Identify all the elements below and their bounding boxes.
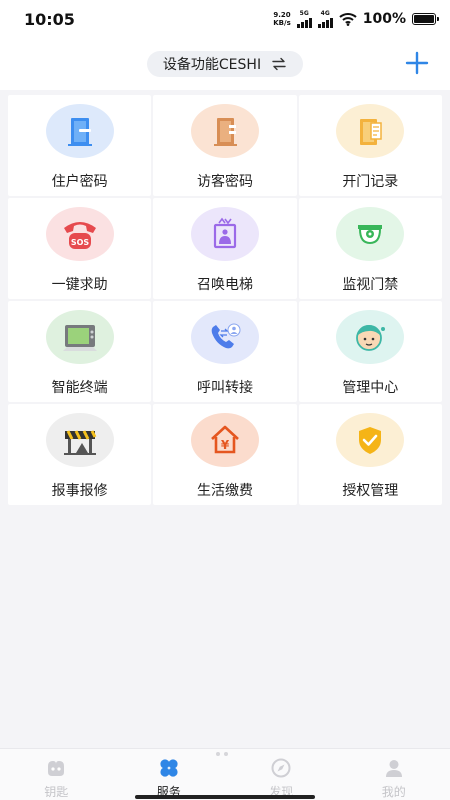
door-record-icon <box>336 104 405 158</box>
shield-check-icon <box>336 413 405 467</box>
tile-label: 管理中心 <box>342 380 399 396</box>
battery-icon <box>412 13 439 25</box>
tile-label: 访客密码 <box>196 174 253 190</box>
tile-label: 召唤电梯 <box>196 277 253 293</box>
terminal-icon <box>45 310 114 364</box>
signal-sim1-icon: 5G <box>296 10 312 28</box>
tile-door-records[interactable]: 开门记录 <box>298 95 442 196</box>
tile-report-repair[interactable]: 报事报修 <box>8 404 152 505</box>
nav-label: 我的 <box>381 785 406 799</box>
battery-percent: 100% <box>362 11 406 27</box>
tile-label: 一键求助 <box>51 277 108 293</box>
tile-label: 监视门禁 <box>342 277 399 293</box>
tile-label: 开门记录 <box>342 174 399 190</box>
header: 设备功能CESHI <box>0 38 450 90</box>
add-device-button[interactable] <box>404 50 430 76</box>
tile-utility-payment[interactable]: ¥ 生活缴费 <box>153 404 297 505</box>
status-bar: 10:05 9.20 KB/s 5G 4G 100% <box>0 0 450 38</box>
network-speed: 9.20 KB/s <box>273 11 291 27</box>
nav-label: 钥匙 <box>44 785 69 799</box>
tile-resident-password[interactable]: 住户密码 <box>8 95 152 196</box>
payment-house-icon: ¥ <box>190 413 259 467</box>
function-grid: 住户密码 访客密码 开门记录 SOS 一键求助 召唤电梯 监视门禁 智能终端 呼… <box>8 95 442 505</box>
swap-icon <box>272 57 286 71</box>
svg-text:¥: ¥ <box>221 438 230 452</box>
call-transfer-icon <box>190 310 259 364</box>
clover-icon <box>160 759 178 777</box>
camera-icon <box>336 207 405 261</box>
tile-call-elevator[interactable]: 召唤电梯 <box>153 198 297 299</box>
tile-call-forwarding[interactable]: 呼叫转接 <box>153 301 297 402</box>
tile-label: 授权管理 <box>342 483 399 499</box>
tile-label: 智能终端 <box>51 380 108 396</box>
tile-visitor-password[interactable]: 访客密码 <box>153 95 297 196</box>
nav-item-keys[interactable]: 钥匙 <box>0 749 113 800</box>
tile-label: 生活缴费 <box>196 483 253 499</box>
device-name: 设备功能CESHI <box>162 57 262 73</box>
status-time: 10:05 <box>24 9 75 29</box>
sos-phone-icon: SOS <box>45 207 114 261</box>
tile-smart-terminal[interactable]: 智能终端 <box>8 301 152 402</box>
nav-item-discover[interactable]: 发现 <box>225 749 338 800</box>
status-indicators: 9.20 KB/s 5G 4G 100% <box>273 10 439 28</box>
tile-label: 住户密码 <box>51 174 108 190</box>
person-icon <box>385 760 402 777</box>
device-selector[interactable]: 设备功能CESHI <box>146 51 304 77</box>
page-dots <box>216 752 228 756</box>
tile-sos-help[interactable]: SOS 一键求助 <box>8 198 152 299</box>
manager-icon <box>336 310 405 364</box>
tile-management-center[interactable]: 管理中心 <box>298 301 442 402</box>
compass-icon <box>271 758 291 778</box>
tile-authorization-management[interactable]: 授权管理 <box>298 404 442 505</box>
repair-barrier-icon <box>45 413 114 467</box>
home-indicator[interactable] <box>135 795 315 799</box>
visitor-door-icon <box>190 104 259 158</box>
door-icon <box>45 104 114 158</box>
signal-sim2-icon: 4G <box>317 10 333 28</box>
key-icon <box>48 761 65 776</box>
tile-label: 呼叫转接 <box>196 380 253 396</box>
svg-text:SOS: SOS <box>70 238 89 247</box>
tile-monitor-access[interactable]: 监视门禁 <box>298 198 442 299</box>
tile-label: 报事报修 <box>51 483 108 499</box>
wifi-icon <box>339 13 357 26</box>
elevator-icon <box>190 207 259 261</box>
nav-item-services[interactable]: 服务 <box>113 749 226 800</box>
nav-item-mine[interactable]: 我的 <box>338 749 450 800</box>
